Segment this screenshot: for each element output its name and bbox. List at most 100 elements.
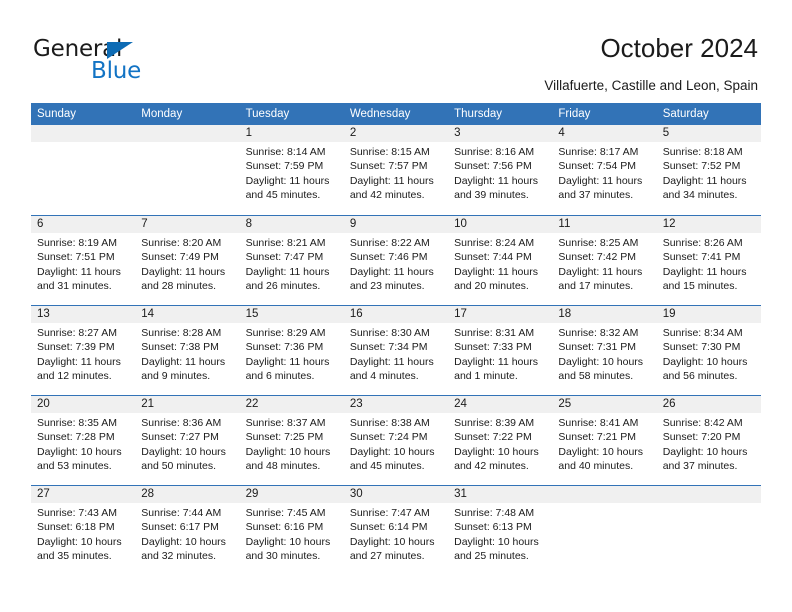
calendar-day-cell[interactable]: 16 Sunrise: 8:30 AM Sunset: 7:34 PM Dayligh… [343, 306, 449, 395]
calendar-day-cell[interactable]: 22 Sunrise: 8:37 AM Sunset: 7:25 PM Dayligh… [239, 396, 344, 485]
day-details: Sunrise: 8:24 AM Sunset: 7:44 PM Daylight:… [448, 233, 552, 293]
calendar-day-cell[interactable]: 30 Sunrise: 7:47 AM Sunset: 6:14 PM Dayligh… [343, 486, 449, 575]
day-number: 26 [656, 396, 761, 413]
daylight-duration: Daylight: 11 hours and 17 minutes. [558, 265, 643, 292]
sunrise-time: Sunrise: 8:14 AM [245, 146, 326, 158]
sunrise-time: Sunrise: 8:32 AM [558, 327, 639, 339]
weekday-header-tuesday: Tuesday [245, 108, 290, 120]
sunrise-time: Sunrise: 8:31 AM [454, 327, 535, 339]
calendar-day-cell[interactable]: 27 Sunrise: 7:43 AM Sunset: 6:18 PM Dayligh… [31, 486, 136, 575]
calendar-day-cell[interactable]: 5 Sunrise: 8:18 AM Sunset: 7:52 PM Daylight… [656, 125, 761, 215]
day-number: 3 [448, 125, 553, 142]
sunrise-time: Sunrise: 8:28 AM [141, 327, 222, 339]
day-details: Sunrise: 8:16 AM Sunset: 7:56 PM Daylight:… [448, 142, 552, 202]
weekday-header-thursday: Thursday [454, 108, 503, 120]
day-number: 9 [343, 216, 449, 233]
calendar-day-cell[interactable]: 6 Sunrise: 8:19 AM Sunset: 7:51 PM Daylight… [31, 216, 136, 305]
sunrise-time: Sunrise: 8:25 AM [558, 237, 639, 249]
calendar-day-cell[interactable]: 24 Sunrise: 8:39 AM Sunset: 7:22 PM Dayligh… [448, 396, 553, 485]
calendar-day-cell[interactable]: 2 Sunrise: 8:15 AM Sunset: 7:57 PM Daylight… [343, 125, 449, 215]
sunrise-time: Sunrise: 8:39 AM [454, 417, 535, 429]
day-details: Sunrise: 8:17 AM Sunset: 7:54 PM Daylight:… [552, 142, 656, 202]
sunrise-time: Sunrise: 7:47 AM [349, 507, 430, 519]
sunset-time: Sunset: 7:41 PM [662, 251, 741, 264]
day-number: 23 [343, 396, 449, 413]
daylight-duration: Daylight: 11 hours and 15 minutes. [662, 265, 747, 292]
calendar-day-cell[interactable]: 28 Sunrise: 7:44 AM Sunset: 6:17 PM Dayligh… [135, 486, 240, 575]
sunset-time: Sunset: 7:30 PM [662, 341, 741, 354]
day-details: Sunrise: 8:36 AM Sunset: 7:27 PM Daylight:… [135, 413, 239, 473]
calendar-day-cell-empty [656, 486, 761, 575]
sunrise-time: Sunrise: 8:38 AM [349, 417, 430, 429]
sunrise-time: Sunrise: 8:26 AM [662, 237, 743, 249]
calendar-day-cell[interactable]: 25 Sunrise: 8:41 AM Sunset: 7:21 PM Dayligh… [552, 396, 657, 485]
calendar-weeks: 1 Sunrise: 8:14 AM Sunset: 7:59 PM Daylight… [31, 125, 761, 575]
day-details: Sunrise: 7:44 AM Sunset: 6:17 PM Daylight:… [135, 503, 239, 563]
calendar-day-cell-empty [31, 125, 136, 215]
daylight-duration: Daylight: 10 hours and 45 minutes. [349, 445, 435, 472]
day-number: 16 [343, 306, 449, 323]
day-number: 19 [656, 306, 761, 323]
calendar-week-row: 1 Sunrise: 8:14 AM Sunset: 7:59 PM Daylight… [31, 125, 761, 215]
calendar-grid: Sunday Monday Tuesday Wednesday Thursday Frid… [31, 103, 761, 575]
calendar-day-cell-empty [552, 486, 657, 575]
sunset-time: Sunset: 7:49 PM [141, 251, 219, 264]
calendar-day-cell[interactable]: 19 Sunrise: 8:34 AM Sunset: 7:30 PM Dayligh… [656, 306, 761, 395]
calendar-day-cell[interactable]: 1 Sunrise: 8:14 AM Sunset: 7:59 PM Daylight… [239, 125, 344, 215]
day-details: Sunrise: 8:30 AM Sunset: 7:34 PM Daylight:… [344, 323, 448, 383]
sunset-time: Sunset: 6:13 PM [454, 521, 532, 534]
day-details: Sunrise: 7:43 AM Sunset: 6:18 PM Daylight:… [31, 503, 135, 563]
sunset-time: Sunset: 7:25 PM [245, 431, 324, 444]
sunset-time: Sunset: 6:17 PM [141, 521, 219, 534]
calendar-day-cell[interactable]: 14 Sunrise: 8:28 AM Sunset: 7:38 PM Dayligh… [135, 306, 240, 395]
calendar-day-cell[interactable]: 7 Sunrise: 8:20 AM Sunset: 7:49 PM Daylight… [135, 216, 240, 305]
sunset-time: Sunset: 7:54 PM [558, 160, 637, 173]
calendar-day-cell[interactable]: 20 Sunrise: 8:35 AM Sunset: 7:28 PM Dayligh… [31, 396, 136, 485]
daylight-duration: Daylight: 11 hours and 6 minutes. [245, 355, 330, 382]
day-number: 7 [135, 216, 240, 233]
logo-text-blue: Blue [91, 58, 142, 84]
calendar-day-cell[interactable]: 8 Sunrise: 8:21 AM Sunset: 7:47 PM Daylight… [239, 216, 344, 305]
day-details: Sunrise: 8:15 AM Sunset: 7:57 PM Daylight:… [344, 142, 448, 202]
day-number: 12 [656, 216, 761, 233]
calendar-day-cell[interactable]: 13 Sunrise: 8:27 AM Sunset: 7:39 PM Dayligh… [31, 306, 136, 395]
day-number: 21 [135, 396, 240, 413]
calendar-day-cell[interactable]: 21 Sunrise: 8:36 AM Sunset: 7:27 PM Dayligh… [135, 396, 240, 485]
day-details: Sunrise: 8:26 AM Sunset: 7:41 PM Daylight:… [657, 233, 761, 293]
calendar-day-cell[interactable]: 31 Sunrise: 7:48 AM Sunset: 6:13 PM Dayligh… [448, 486, 553, 575]
day-number: 13 [31, 306, 136, 323]
calendar-day-cell[interactable]: 9 Sunrise: 8:22 AM Sunset: 7:46 PM Daylight… [343, 216, 449, 305]
sunrise-time: Sunrise: 8:22 AM [349, 237, 430, 249]
weekday-header-saturday: Saturday [662, 108, 709, 120]
day-number: 8 [239, 216, 344, 233]
calendar-day-cell[interactable]: 29 Sunrise: 7:45 AM Sunset: 6:16 PM Dayligh… [239, 486, 344, 575]
calendar-day-cell[interactable]: 12 Sunrise: 8:26 AM Sunset: 7:41 PM Dayligh… [656, 216, 761, 305]
calendar-day-cell[interactable]: 11 Sunrise: 8:25 AM Sunset: 7:42 PM Dayligh… [552, 216, 657, 305]
calendar-day-cell[interactable]: 26 Sunrise: 8:42 AM Sunset: 7:20 PM Dayligh… [656, 396, 761, 485]
day-details: Sunrise: 8:28 AM Sunset: 7:38 PM Daylight:… [135, 323, 239, 383]
calendar-day-cell[interactable]: 18 Sunrise: 8:32 AM Sunset: 7:31 PM Dayligh… [552, 306, 657, 395]
day-details: Sunrise: 8:38 AM Sunset: 7:24 PM Daylight:… [344, 413, 448, 473]
day-number: 15 [239, 306, 344, 323]
sunrise-time: Sunrise: 8:36 AM [141, 417, 222, 429]
calendar-day-cell[interactable]: 15 Sunrise: 8:29 AM Sunset: 7:36 PM Dayligh… [239, 306, 344, 395]
calendar-day-cell[interactable]: 10 Sunrise: 8:24 AM Sunset: 7:44 PM Dayligh… [448, 216, 553, 305]
day-number [656, 486, 761, 503]
daylight-duration: Daylight: 11 hours and 1 minute. [454, 355, 538, 382]
calendar-day-cell[interactable]: 23 Sunrise: 8:38 AM Sunset: 7:24 PM Dayligh… [343, 396, 449, 485]
day-details: Sunrise: 8:41 AM Sunset: 7:21 PM Daylight:… [552, 413, 656, 473]
calendar-week-row: 20 Sunrise: 8:35 AM Sunset: 7:28 PM Dayligh… [31, 395, 761, 485]
day-details: Sunrise: 8:20 AM Sunset: 7:49 PM Daylight:… [135, 233, 239, 293]
calendar-day-cell[interactable]: 17 Sunrise: 8:31 AM Sunset: 7:33 PM Dayligh… [448, 306, 553, 395]
daylight-duration: Daylight: 10 hours and 56 minutes. [662, 355, 748, 382]
sunset-time: Sunset: 6:18 PM [37, 521, 115, 534]
sunrise-time: Sunrise: 8:30 AM [349, 327, 430, 339]
calendar-day-cell[interactable]: 3 Sunrise: 8:16 AM Sunset: 7:56 PM Daylight… [448, 125, 553, 215]
weekday-header-friday: Friday [558, 108, 591, 120]
calendar-day-cell[interactable]: 4 Sunrise: 8:17 AM Sunset: 7:54 PM Daylight… [552, 125, 657, 215]
day-details: Sunrise: 8:35 AM Sunset: 7:28 PM Daylight:… [31, 413, 135, 473]
general-blue-logo[interactable]: General Blue [33, 36, 233, 86]
day-number: 24 [448, 396, 553, 413]
day-number: 30 [343, 486, 449, 503]
sunrise-time: Sunrise: 7:43 AM [37, 507, 117, 519]
